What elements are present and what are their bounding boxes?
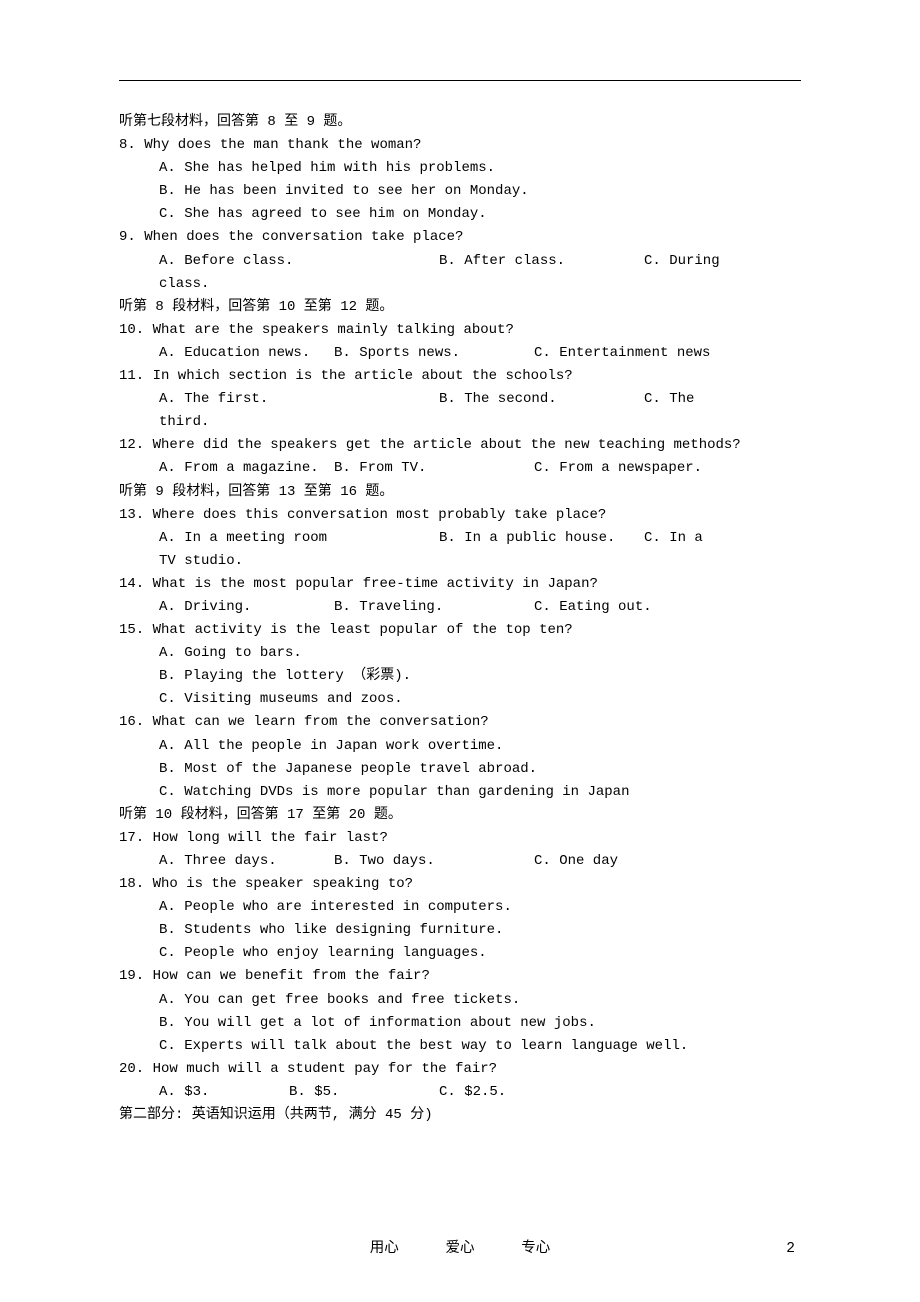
option: B. Playing the lottery （彩票). <box>119 665 801 688</box>
option-b: B. From TV. <box>334 457 534 480</box>
option: A. People who are interested in computer… <box>119 896 801 919</box>
question-text: 18. Who is the speaker speaking to? <box>119 873 801 896</box>
option-b: B. Two days. <box>334 850 534 873</box>
option-a: A. Driving. <box>159 596 334 619</box>
footer-word-1: 用心 <box>370 1241 399 1257</box>
question-text: 15. What activity is the least popular o… <box>119 619 801 642</box>
option-c: C. During <box>644 250 720 273</box>
option-c: C. Eating out. <box>534 596 652 619</box>
options-line: A. From a magazine.B. From TV.C. From a … <box>119 457 801 480</box>
option: C. Visiting museums and zoos. <box>119 688 801 711</box>
options-line: A. In a meeting roomB. In a public house… <box>119 527 801 550</box>
footer-word-3: 专心 <box>521 1241 550 1257</box>
option-a: A. From a magazine. <box>159 457 334 480</box>
option-c: C. One day <box>534 850 618 873</box>
question-text: 12. Where did the speakers get the artic… <box>119 434 801 457</box>
option-b: B. $5. <box>289 1081 439 1104</box>
option-b: B. Traveling. <box>334 596 534 619</box>
option-a: A. Before class. <box>159 250 439 273</box>
option-b: B. In a public house. <box>439 527 644 550</box>
option: A. All the people in Japan work overtime… <box>119 735 801 758</box>
option-c: C. In a <box>644 527 703 550</box>
question-text: 16. What can we learn from the conversat… <box>119 711 801 734</box>
question-text: 9. When does the conversation take place… <box>119 226 801 249</box>
horizontal-divider <box>119 80 801 81</box>
option-c: C. $2.5. <box>439 1084 506 1100</box>
question-text: 17. How long will the fair last? <box>119 827 801 850</box>
options-line: A. Education news.B. Sports news.C. Ente… <box>119 342 801 365</box>
option-wrap: third. <box>119 411 801 434</box>
option-b: B. Sports news. <box>334 342 534 365</box>
group-header: 听第 10 段材料，回答第 17 至第 20 题。 <box>119 804 801 827</box>
option-a: A. The first. <box>159 388 439 411</box>
option: C. Watching DVDs is more popular than ga… <box>119 781 801 804</box>
options-line: A. The first.B. The second.C. The <box>119 388 801 411</box>
option-c: C. Entertainment news <box>534 342 710 365</box>
options-line: A. Three days.B. Two days.C. One day <box>119 850 801 873</box>
group-header: 听第七段材料，回答第 8 至 9 题。 <box>119 111 801 134</box>
option-wrap: class. <box>119 273 801 296</box>
option-c: C. The <box>644 388 694 411</box>
option: B. Most of the Japanese people travel ab… <box>119 758 801 781</box>
question-text: 19. How can we benefit from the fair? <box>119 965 801 988</box>
section-header: 第二部分: 英语知识运用（共两节, 满分 45 分) <box>119 1104 801 1127</box>
question-text: 8. Why does the man thank the woman? <box>119 134 801 157</box>
option-a: A. Education news. <box>159 342 334 365</box>
option: A. You can get free books and free ticke… <box>119 989 801 1012</box>
option-a: A. $3. <box>159 1081 289 1104</box>
option: C. People who enjoy learning languages. <box>119 942 801 965</box>
group-header: 听第 9 段材料，回答第 13 至第 16 题。 <box>119 481 801 504</box>
option: B. Students who like designing furniture… <box>119 919 801 942</box>
options-line: A. $3.B. $5.C. $2.5. <box>119 1081 801 1104</box>
group-header: 听第 8 段材料，回答第 10 至第 12 题。 <box>119 296 801 319</box>
option: B. He has been invited to see her on Mon… <box>119 180 801 203</box>
question-text: 20. How much will a student pay for the … <box>119 1058 801 1081</box>
option: C. She has agreed to see him on Monday. <box>119 203 801 226</box>
document-content: 听第七段材料，回答第 8 至 9 题。8. Why does the man t… <box>119 111 801 1127</box>
page-footer: 用心 爱心 专心 <box>0 1238 920 1262</box>
option: A. Going to bars. <box>119 642 801 665</box>
option: C. Experts will talk about the best way … <box>119 1035 801 1058</box>
option-a: A. In a meeting room <box>159 527 439 550</box>
option: A. She has helped him with his problems. <box>119 157 801 180</box>
option-b: B. The second. <box>439 388 644 411</box>
option: B. You will get a lot of information abo… <box>119 1012 801 1035</box>
options-line: A. Before class.B. After class.C. During <box>119 250 801 273</box>
option-wrap: TV studio. <box>119 550 801 573</box>
options-line: A. Driving.B. Traveling.C. Eating out. <box>119 596 801 619</box>
option-c: C. From a newspaper. <box>534 457 702 480</box>
question-text: 14. What is the most popular free-time a… <box>119 573 801 596</box>
option-a: A. Three days. <box>159 850 334 873</box>
question-text: 10. What are the speakers mainly talking… <box>119 319 801 342</box>
question-text: 13. Where does this conversation most pr… <box>119 504 801 527</box>
footer-word-2: 爱心 <box>446 1241 475 1257</box>
page-number: 2 <box>786 1238 795 1262</box>
question-text: 11. In which section is the article abou… <box>119 365 801 388</box>
option-b: B. After class. <box>439 250 644 273</box>
